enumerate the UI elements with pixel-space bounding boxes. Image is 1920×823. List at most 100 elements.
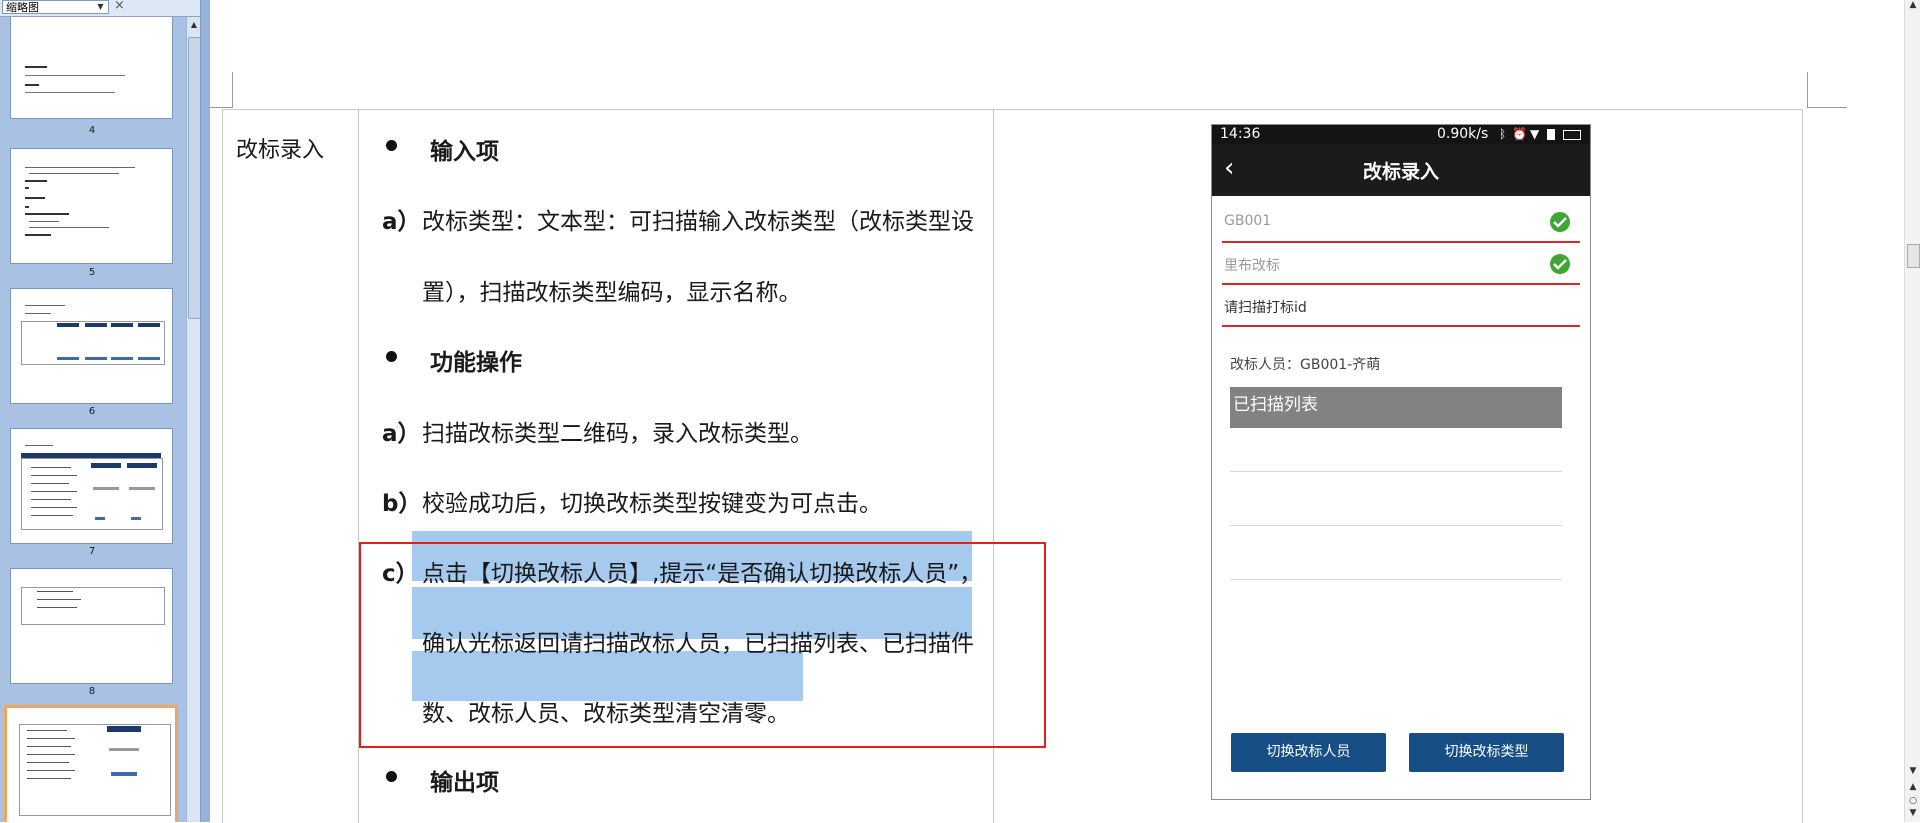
thumbnail-header-block	[138, 323, 160, 327]
thumbnail-text-line	[37, 607, 77, 608]
check-circle-icon	[1550, 254, 1570, 274]
paragraph-line: 扫描改标类型二维码，录入改标类型。	[422, 421, 813, 447]
row-label: 改标录入	[236, 138, 325, 163]
thumbnail-scrollbar[interactable]: ▲	[186, 17, 201, 822]
switch-staff-button[interactable]: 切换改标人员	[1231, 733, 1386, 772]
page-thumbnail-6[interactable]	[10, 288, 173, 404]
relabel-type-value: 里布改标	[1224, 258, 1280, 274]
thumbnail-header-block	[107, 726, 141, 732]
bluetooth-icon: ᛒ	[1499, 127, 1507, 141]
thumbnail-text-line	[25, 234, 51, 236]
label-id-scan-field[interactable]: 请扫描打标id	[1222, 287, 1580, 327]
thumbnail-text-line	[93, 487, 119, 490]
thumbnail-button-block	[138, 357, 160, 360]
thumbnail-text-line	[27, 746, 71, 747]
thumbnail-text-line	[25, 445, 53, 446]
relabel-staff-text: 改标人员：GB001-齐萌	[1230, 357, 1381, 373]
list-marker: b）	[382, 491, 422, 517]
staff-code-field[interactable]: GB001	[1222, 203, 1580, 243]
thumbnail-text-line	[25, 187, 29, 189]
close-icon[interactable]: ×	[114, 0, 125, 13]
thumbnail-header-block	[57, 323, 79, 327]
scroll-up-icon[interactable]: ▲	[188, 19, 200, 31]
bullet-icon	[386, 140, 397, 151]
thumbnail-text-line	[25, 197, 45, 199]
thumbnail-text-line	[25, 313, 51, 314]
crop-mark	[210, 107, 233, 108]
thumbnail-view-dropdown[interactable]: 缩略图 ▼	[2, 0, 109, 14]
phone-screenshot: 14:36 0.90k/s ᛒ ⏰ ▼ ‹ 改标录入 GB001 里布改标 请扫…	[1211, 124, 1591, 800]
thumbnail-page-number: 8	[88, 686, 96, 697]
thumbnail-text-line	[25, 167, 135, 168]
battery-icon	[1563, 130, 1581, 140]
thumbnail-text-line	[31, 483, 69, 484]
scroll-up-icon[interactable]: ▲	[1907, 0, 1919, 10]
thumbnail-text-line	[27, 762, 69, 763]
page-thumbnail-4[interactable]	[10, 17, 173, 119]
list-marker: a）	[382, 421, 421, 447]
thumbnail-text-line	[129, 487, 155, 490]
thumbnail-text-line	[27, 730, 67, 731]
thumbnail-table	[21, 587, 165, 625]
thumbnail-page-number: 5	[88, 267, 96, 278]
previous-page-icon[interactable]: ▲	[1907, 782, 1919, 792]
status-network-speed: 0.90k/s	[1437, 126, 1489, 142]
page-thumbnail-7[interactable]	[10, 428, 173, 544]
phone-status-bar: 14:36 0.90k/s ᛒ ⏰ ▼	[1212, 125, 1590, 144]
thumbnail-text-line	[109, 748, 139, 751]
document-scrollbar[interactable]: ▲ ▼ ▲ ○ ▼	[1904, 0, 1920, 822]
list-marker: a）	[382, 209, 421, 235]
bullet-icon	[386, 771, 397, 782]
thumbnail-page-number: 4	[88, 125, 96, 136]
app-screen-title: 改标录入	[1362, 161, 1439, 183]
section-heading-input: 输入项	[430, 139, 499, 165]
thumbnail-text-line	[25, 84, 39, 86]
scanned-list-header: 已扫描列表	[1230, 387, 1562, 428]
thumbnail-header-block	[85, 323, 107, 327]
thumbnail-text-line	[25, 305, 65, 306]
thumbnail-pane: 缩略图 ▼ × 4 5 6 7 8 ▲	[0, 0, 205, 822]
scroll-down-icon[interactable]: ▼	[1907, 766, 1919, 776]
thumbnail-text-line	[31, 515, 73, 516]
scrollbar-thumb[interactable]	[1907, 244, 1920, 268]
paragraph-line: 校验成功后，切换改标类型按键变为可点击。	[422, 491, 882, 517]
check-circle-icon	[1550, 212, 1570, 232]
spec-table: 改标录入 输入项 a） 改标类型：文本型：可扫描输入改标类型（改标类型设 置），…	[222, 109, 1803, 823]
thumbnail-text-line	[29, 227, 109, 228]
switch-type-button[interactable]: 切换改标类型	[1409, 733, 1564, 772]
thumbnail-text-line	[31, 507, 77, 508]
crop-mark	[1807, 72, 1808, 108]
wifi-icon: ▼	[1530, 127, 1540, 141]
page-thumbnail-5[interactable]	[10, 148, 173, 264]
annotation-red-box	[359, 542, 1046, 748]
thumbnail-button-block	[95, 517, 105, 520]
next-page-icon[interactable]: ▼	[1907, 808, 1919, 818]
crop-mark	[232, 72, 233, 108]
thumbnail-text-line	[25, 92, 115, 93]
thumbnail-page-number: 7	[88, 546, 96, 557]
thumbnail-text-line	[31, 491, 77, 492]
section-heading-output: 输出项	[430, 770, 499, 796]
thumbnail-text-line	[31, 499, 71, 500]
crop-mark	[1807, 107, 1847, 108]
page-thumbnail-8[interactable]	[10, 568, 173, 684]
page-thumbnail-9[interactable]	[4, 705, 178, 822]
thumbnail-text-line	[27, 738, 75, 739]
paragraph-line: 改标类型：文本型：可扫描输入改标类型（改标类型设	[422, 209, 974, 235]
section-heading-function: 功能操作	[430, 350, 522, 376]
select-browse-object-icon[interactable]: ○	[1907, 796, 1919, 806]
thumbnail-text-line	[25, 206, 29, 208]
document-page: 改标录入 输入项 a） 改标类型：文本型：可扫描输入改标类型（改标类型设 置），…	[210, 0, 1904, 823]
list-row-divider	[1230, 525, 1562, 526]
thumbnail-view-dropdown-value: 缩略图	[6, 1, 39, 14]
thumbnail-header-block	[111, 323, 133, 327]
chevron-down-icon[interactable]: ▼	[94, 1, 107, 13]
thumbnail-text-line	[29, 173, 119, 174]
thumbnail-pane-header: 缩略图 ▼ ×	[0, 0, 200, 17]
thumbnail-text-line	[27, 754, 75, 755]
alarm-icon: ⏰	[1512, 127, 1527, 141]
app-title-bar: ‹ 改标录入	[1212, 144, 1590, 196]
relabel-type-field[interactable]: 里布改标	[1222, 245, 1580, 285]
thumbnail-button-block	[111, 357, 133, 360]
bullet-icon	[386, 351, 397, 362]
